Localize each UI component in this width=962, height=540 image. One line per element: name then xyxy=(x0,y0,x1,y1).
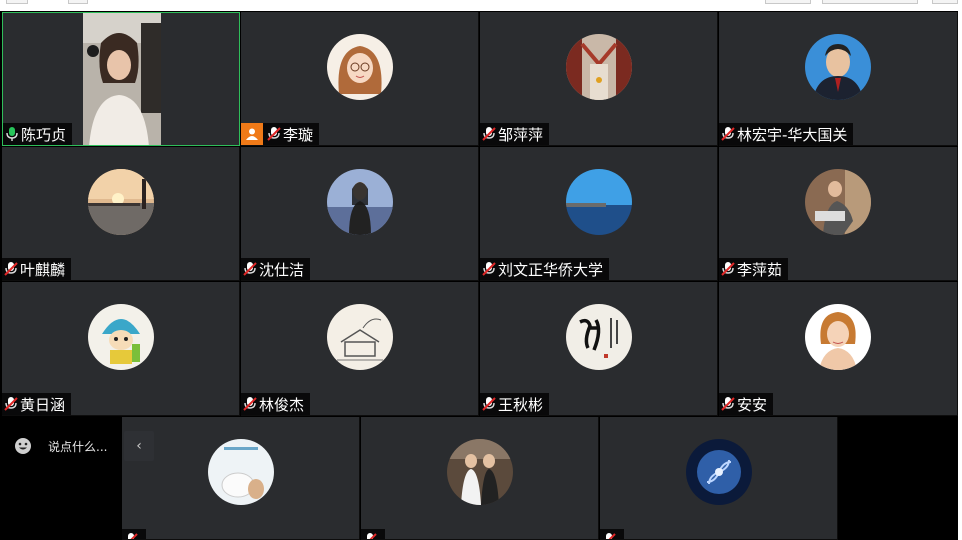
participant-name: 林宏宇-华大国关 xyxy=(737,125,848,144)
participant-name: 李璇 xyxy=(283,125,314,144)
microphone-muted-icon[interactable] xyxy=(602,532,616,539)
participant-name: 林俊杰 xyxy=(259,395,305,414)
toolbar-button[interactable] xyxy=(765,0,811,4)
microphone-muted-icon[interactable] xyxy=(721,396,735,412)
meeting-window: 陈巧贞 李璇 邹萍萍 林宏宇-华大国关 叶麒麟 沈仕洁 刘文正华侨大学 李萍茹 … xyxy=(0,0,962,540)
microphone-muted-icon[interactable] xyxy=(721,126,735,142)
name-tag xyxy=(361,529,385,539)
microphone-muted-icon[interactable] xyxy=(482,396,496,412)
microphone-muted-icon[interactable] xyxy=(243,261,257,277)
participant-tile[interactable]: 黄日涵 xyxy=(2,282,240,416)
avatar xyxy=(805,34,871,100)
avatar xyxy=(87,304,154,370)
name-tag: 林俊杰 xyxy=(241,393,311,415)
participant-tile[interactable]: 李璇 xyxy=(241,12,479,146)
avatar xyxy=(565,34,632,100)
avatar xyxy=(326,34,393,100)
avatar xyxy=(805,169,871,235)
participant-tile[interactable]: 安安 xyxy=(719,282,958,416)
name-tag: 邹萍萍 xyxy=(480,123,550,145)
smile-icon[interactable] xyxy=(14,437,32,455)
participant-tile[interactable] xyxy=(122,417,360,540)
participant-tile[interactable]: 王秋彬 xyxy=(480,282,718,416)
microphone-muted-icon[interactable] xyxy=(243,396,257,412)
participant-tile[interactable]: 林俊杰 xyxy=(241,282,479,416)
toolbar-button[interactable] xyxy=(932,0,958,4)
top-toolbar-strip xyxy=(0,0,962,11)
empty-area xyxy=(838,417,958,540)
participant-tile[interactable]: 邹萍萍 xyxy=(480,12,718,146)
participant-name: 王秋彬 xyxy=(498,395,544,414)
chat-input[interactable]: 说点什么... xyxy=(48,438,107,455)
name-tag: 李璇 xyxy=(241,123,320,145)
microphone-muted-icon[interactable] xyxy=(4,261,18,277)
microphone-muted-icon[interactable] xyxy=(721,261,735,277)
microphone-muted-icon[interactable] xyxy=(124,532,138,539)
participant-name: 沈仕洁 xyxy=(259,260,305,279)
participant-name: 刘文正华侨大学 xyxy=(498,260,604,279)
participant-tile[interactable]: 陈巧贞 xyxy=(2,12,240,146)
microphone-muted-icon[interactable] xyxy=(482,261,496,277)
name-tag: 李萍茹 xyxy=(719,258,789,280)
name-tag: 王秋彬 xyxy=(480,393,550,415)
microphone-muted-icon[interactable] xyxy=(4,396,18,412)
participant-name: 黄日涵 xyxy=(20,395,66,414)
microphone-muted-icon[interactable] xyxy=(363,532,377,539)
camera-video xyxy=(83,13,161,145)
microphone-muted-icon[interactable] xyxy=(267,126,281,142)
avatar xyxy=(326,304,393,370)
name-tag: 安安 xyxy=(719,393,774,415)
avatar xyxy=(446,439,513,505)
avatar xyxy=(685,439,752,505)
name-tag: 刘文正华侨大学 xyxy=(480,258,610,280)
scrollbar[interactable] xyxy=(958,11,962,540)
name-tag: 黄日涵 xyxy=(2,393,72,415)
name-tag xyxy=(600,529,624,539)
participant-name: 陈巧贞 xyxy=(21,125,67,144)
toolbar-button[interactable] xyxy=(68,0,88,4)
chevron-left-icon[interactable]: ‹ xyxy=(124,431,154,461)
avatar xyxy=(326,169,393,235)
avatar xyxy=(87,169,154,235)
microphone-muted-icon[interactable] xyxy=(482,126,496,142)
participant-tile[interactable]: 刘文正华侨大学 xyxy=(480,147,718,281)
avatar xyxy=(805,304,871,370)
avatar xyxy=(207,439,274,505)
participant-tile[interactable] xyxy=(600,417,838,540)
participant-tile[interactable] xyxy=(361,417,599,540)
participant-tile[interactable]: 李萍茹 xyxy=(719,147,958,281)
chat-input-bar[interactable]: 说点什么... xyxy=(14,431,107,461)
avatar xyxy=(565,169,632,235)
participant-name: 安安 xyxy=(737,395,768,414)
name-tag: 林宏宇-华大国关 xyxy=(719,123,854,145)
toolbar-button[interactable] xyxy=(6,0,28,4)
name-tag: 陈巧贞 xyxy=(3,123,73,145)
participant-tile[interactable]: 沈仕洁 xyxy=(241,147,479,281)
name-tag: 叶麒麟 xyxy=(2,258,72,280)
participant-tile[interactable]: 林宏宇-华大国关 xyxy=(719,12,958,146)
chat-panel: 说点什么... xyxy=(0,417,122,540)
host-icon xyxy=(241,123,263,145)
participant-name: 李萍茹 xyxy=(737,260,783,279)
participant-name: 叶麒麟 xyxy=(20,260,66,279)
toolbar-field[interactable] xyxy=(822,0,918,4)
name-tag: 沈仕洁 xyxy=(241,258,311,280)
name-tag xyxy=(122,529,146,539)
avatar xyxy=(565,304,632,370)
microphone-icon[interactable] xyxy=(5,126,19,142)
video-grid: 陈巧贞 李璇 邹萍萍 林宏宇-华大国关 叶麒麟 沈仕洁 刘文正华侨大学 李萍茹 … xyxy=(0,11,958,540)
participant-name: 邹萍萍 xyxy=(498,125,544,144)
participant-tile[interactable]: 叶麒麟 xyxy=(2,147,240,281)
